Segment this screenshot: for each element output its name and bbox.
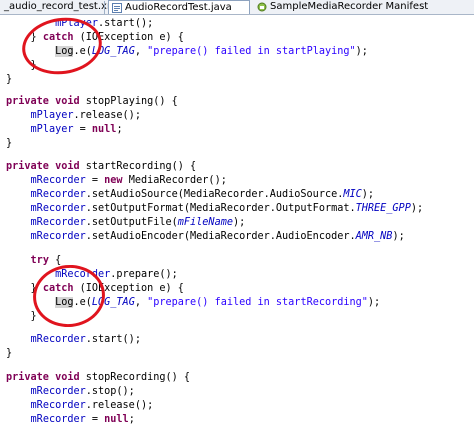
tab-sample-media-recorder-manifest[interactable]: SampleMediaRecorder Manifest: [254, 0, 474, 14]
code-line: mRecorder = null;: [30, 414, 135, 425]
code-line: mPlayer.release();: [30, 110, 141, 121]
code-line: try {: [30, 255, 62, 266]
code-line: mRecorder.setOutputFile(mFileName);: [30, 217, 246, 228]
code-line: mRecorder.setOutputFormat(MediaRecorder.…: [30, 203, 424, 214]
code-line: }: [6, 348, 13, 359]
code-line: private void stopRecording() {: [6, 372, 191, 383]
tab-label: _audio_record_test.xml: [4, 1, 120, 12]
manifest-file-icon: [257, 2, 267, 12]
code-line: }: [6, 138, 13, 149]
editor-tab-bar: _audio_record_test.xml AudioRecordTest.j…: [0, 0, 474, 15]
tab-label: SampleMediaRecorder Manifest: [270, 1, 429, 12]
code-line: mPlayer = null;: [30, 124, 123, 135]
code-line: mRecorder = new MediaRecorder();: [30, 175, 227, 186]
code-line: mRecorder.stop();: [30, 386, 135, 397]
code-line: }: [6, 74, 13, 85]
code-editor[interactable]: mPlayer.start(); } catch (IOException e)…: [0, 15, 474, 438]
tab-audio-record-test-java[interactable]: AudioRecordTest.java: [108, 0, 250, 14]
tab-audio-record-test-xml[interactable]: _audio_record_test.xml: [0, 0, 119, 14]
code-line: mRecorder.release();: [30, 400, 154, 411]
code-line: private void stopPlaying() {: [6, 96, 178, 107]
code-line: mRecorder.setAudioSource(MediaRecorder.A…: [30, 189, 375, 200]
code-line: private void startRecording() {: [6, 161, 197, 172]
code-line: }: [30, 311, 37, 322]
code-line: mRecorder.setAudioEncoder(MediaRecorder.…: [30, 231, 405, 242]
code-line: mRecorder.start();: [30, 334, 141, 345]
tab-label: AudioRecordTest.java: [125, 2, 232, 13]
tab-divider: [104, 1, 105, 14]
java-file-icon: [112, 3, 122, 13]
